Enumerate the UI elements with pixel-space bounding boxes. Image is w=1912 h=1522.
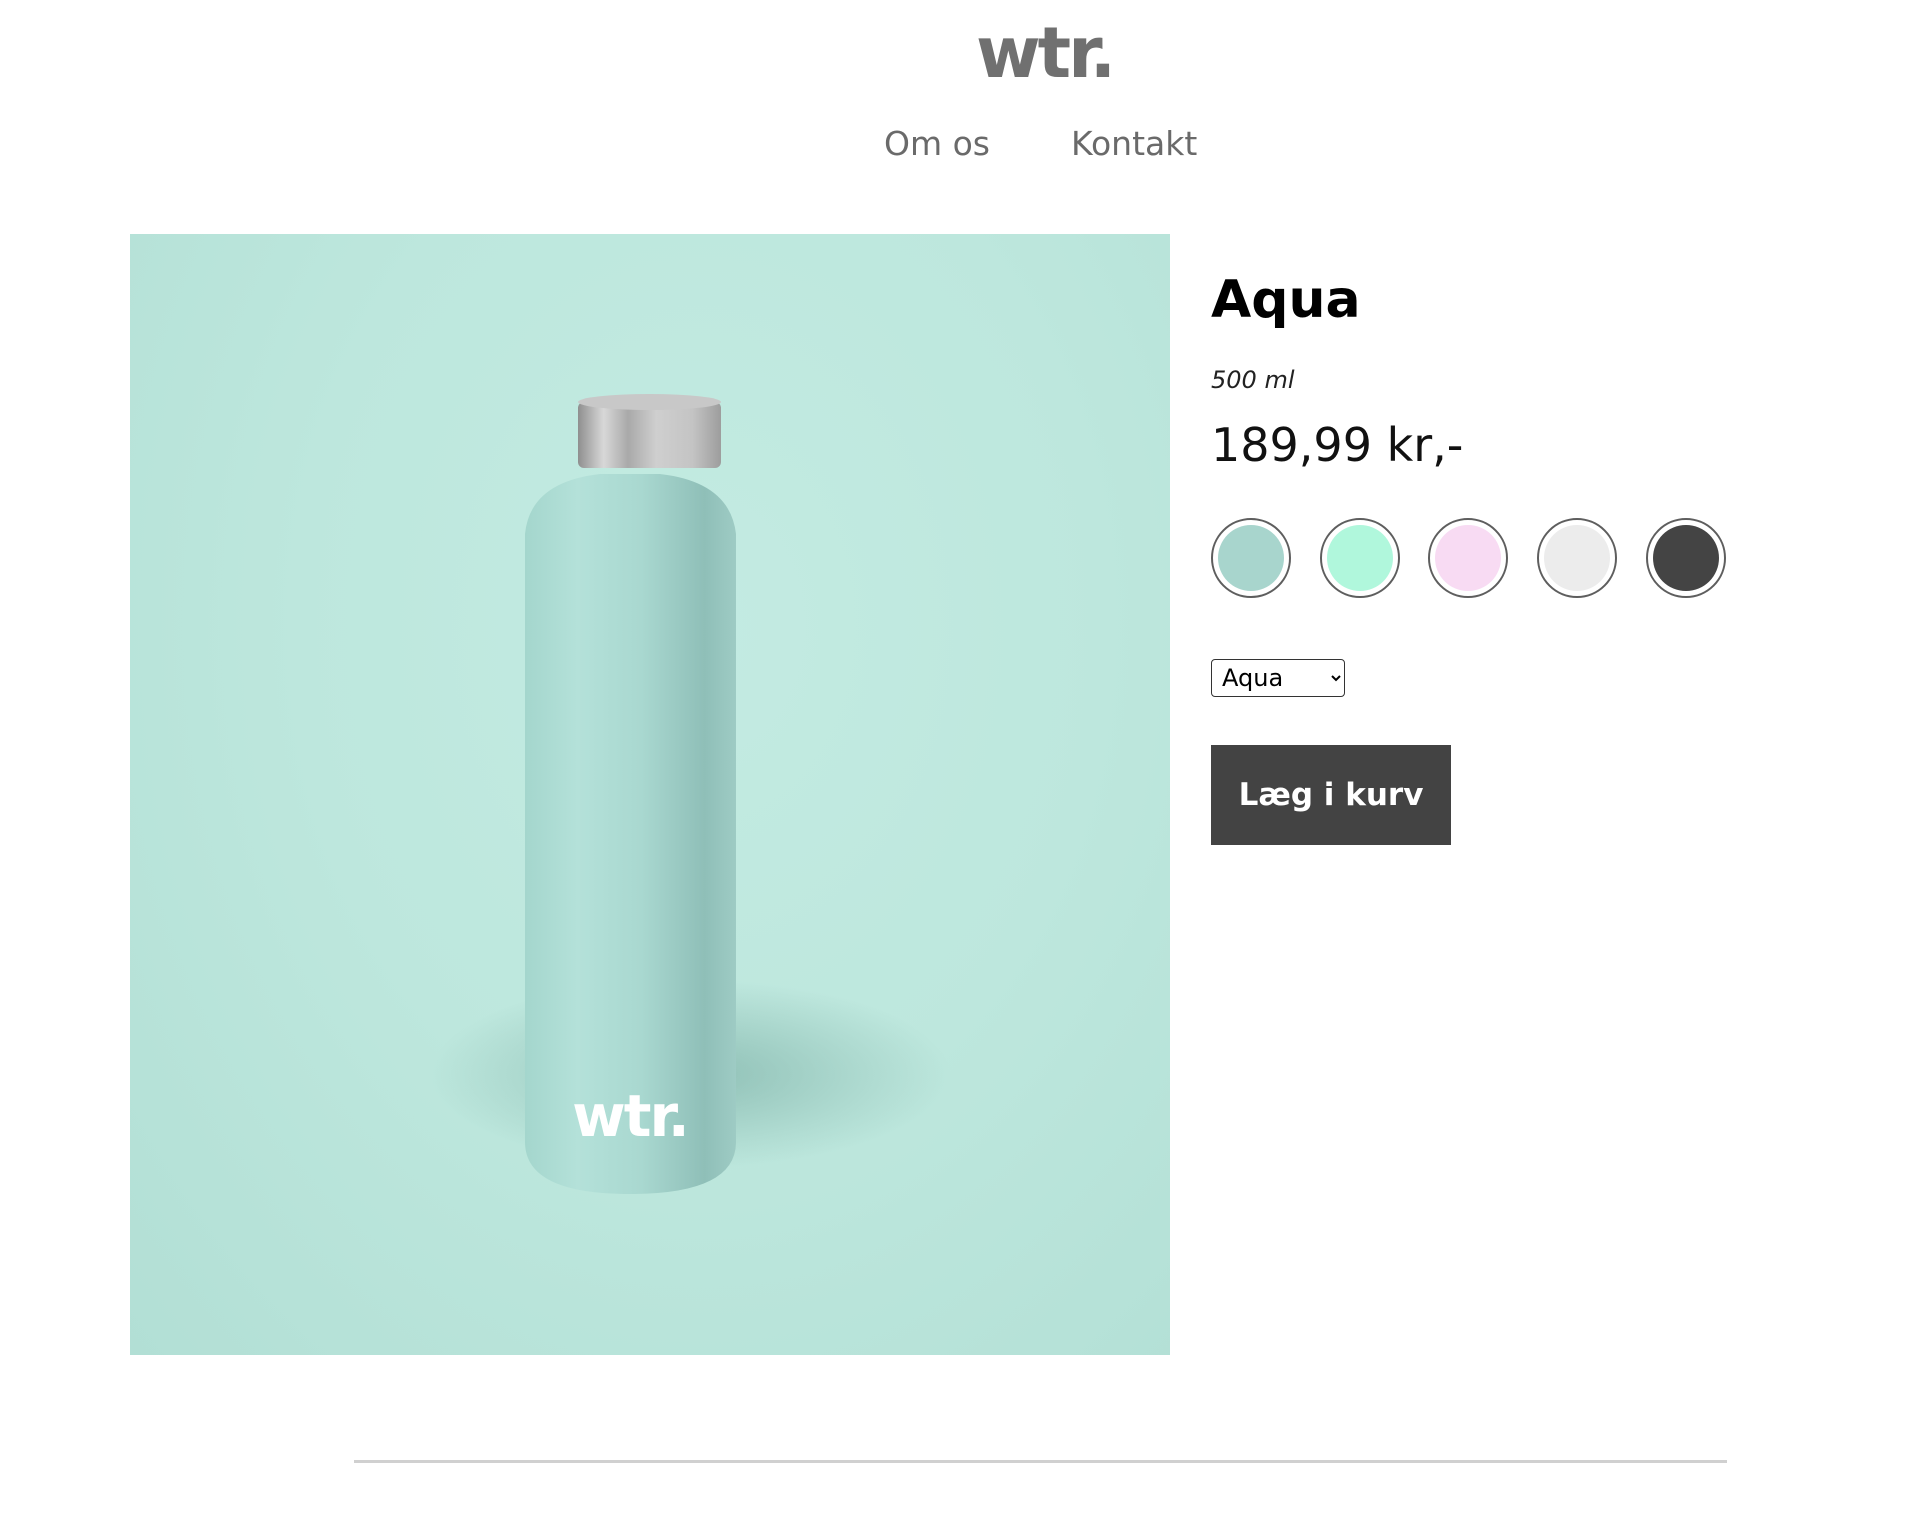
bottle-logo: wtr.: [572, 1082, 688, 1150]
swatch-charcoal-fill: [1653, 525, 1719, 591]
nav-link-om-os[interactable]: Om os: [884, 124, 990, 163]
bottle-cap-top: [578, 394, 721, 410]
color-select[interactable]: Aqua: [1211, 659, 1345, 697]
bottle-illustration: wtr.: [430, 394, 950, 1194]
bottle-cap: [578, 402, 721, 468]
main-nav: Om os Kontakt: [0, 124, 1912, 168]
site-logo[interactable]: wtr.: [976, 18, 1116, 88]
swatch-charcoal[interactable]: [1646, 518, 1726, 598]
product-price: 189,99 kr,-: [1211, 418, 1464, 472]
swatch-white-fill: [1544, 525, 1610, 591]
nav-link-kontakt[interactable]: Kontakt: [1071, 124, 1197, 163]
product-title: Aqua: [1211, 270, 1361, 330]
product-page: wtr. Om os Kontakt wtr. Aqua 500 ml 189,…: [0, 0, 1912, 1522]
swatch-pink-fill: [1435, 525, 1501, 591]
swatch-pink[interactable]: [1428, 518, 1508, 598]
product-image: wtr.: [130, 234, 1170, 1355]
color-select-wrapper: Aqua: [1211, 659, 1345, 697]
swatch-aqua-fill: [1218, 525, 1284, 591]
footer-divider: [354, 1460, 1727, 1463]
product-volume: 500 ml: [1211, 366, 1295, 394]
swatch-mint-fill: [1327, 525, 1393, 591]
add-to-cart-button[interactable]: Læg i kurv: [1211, 745, 1451, 845]
swatch-mint[interactable]: [1320, 518, 1400, 598]
swatch-white[interactable]: [1537, 518, 1617, 598]
swatch-aqua[interactable]: [1211, 518, 1291, 598]
